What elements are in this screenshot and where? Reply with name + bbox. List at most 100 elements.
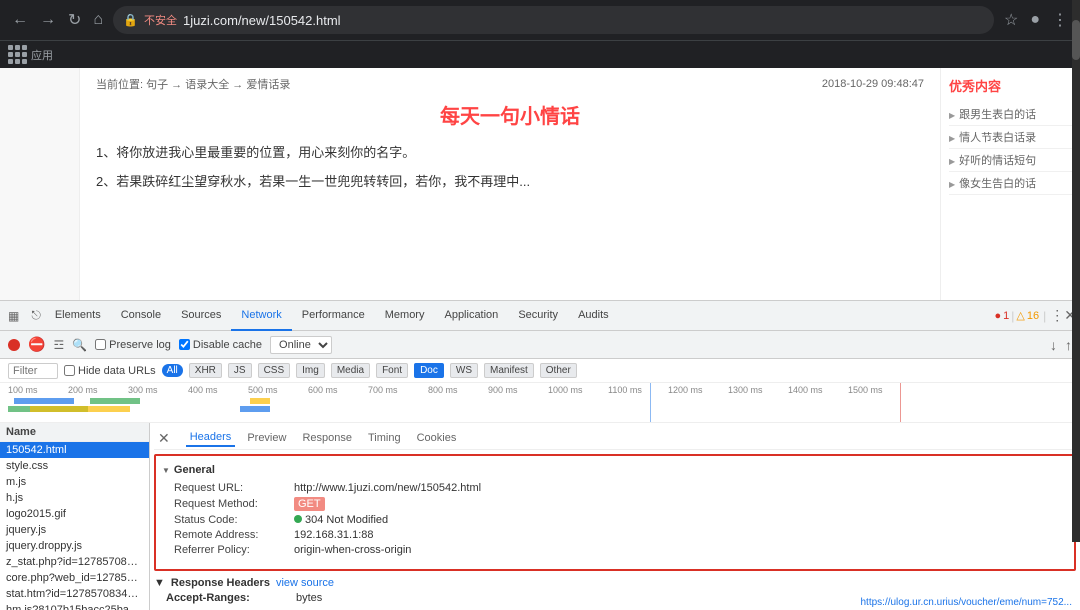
tab-sources[interactable]: Sources <box>171 301 231 331</box>
filter-ws[interactable]: WS <box>450 363 478 378</box>
close-detail-button[interactable]: ✕ <box>158 430 170 447</box>
tab-console[interactable]: Console <box>111 301 171 331</box>
sidebar-item-0[interactable]: 跟男生表白的话 <box>949 103 1072 126</box>
tab-memory[interactable]: Memory <box>375 301 435 331</box>
list-item[interactable]: h.js <box>0 490 149 506</box>
security-icon: 🔒 <box>123 13 138 27</box>
hide-data-urls-label[interactable]: Hide data URLs <box>64 365 156 377</box>
general-section-header[interactable]: General <box>162 462 1068 478</box>
req-tab-response[interactable]: Response <box>298 430 356 446</box>
search-button[interactable]: 🔍 <box>72 338 87 352</box>
preserve-log-checkbox[interactable] <box>95 339 106 350</box>
view-source-link[interactable]: view source <box>276 577 334 589</box>
tab-audits[interactable]: Audits <box>568 301 619 331</box>
devtools-settings-button[interactable]: ⋮ <box>1050 307 1064 324</box>
tl-mark-600: 600 ms <box>308 385 338 395</box>
tl-mark-1000: 1000 ms <box>548 385 583 395</box>
list-item[interactable]: jquery.js <box>0 522 149 538</box>
page-body: 1、将你放进我心里最重要的位置，用心来刻你的名字。 2、若果跌碎红尘望穿秋水，若… <box>96 141 924 194</box>
tab-application[interactable]: Application <box>434 301 508 331</box>
file-list: Name 150542.html style.css m.js h.js log… <box>0 423 150 610</box>
apps-button[interactable]: 应用 <box>8 45 53 64</box>
status-code-label: Status Code: <box>174 514 294 526</box>
list-item[interactable]: hm.js?8107b15bacc25ba8b7f... <box>0 602 149 610</box>
filter-img[interactable]: Img <box>296 363 325 378</box>
tab-elements[interactable]: Elements <box>45 301 111 331</box>
forward-button[interactable]: → <box>36 7 60 33</box>
list-item[interactable]: stat.htm?id=1278570834&r=h... <box>0 586 149 602</box>
list-item[interactable]: m.js <box>0 474 149 490</box>
request-url-row: Request URL: http://www.1juzi.com/new/15… <box>174 482 1056 494</box>
request-method-label: Request Method: <box>174 498 294 510</box>
filter-other[interactable]: Other <box>540 363 577 378</box>
sidebar-item-1[interactable]: 情人节表白话录 <box>949 126 1072 149</box>
status-code-value: 304 Not Modified <box>305 514 388 526</box>
disable-cache-checkbox[interactable] <box>179 339 190 350</box>
req-tab-timing[interactable]: Timing <box>364 430 405 446</box>
filter-xhr[interactable]: XHR <box>189 363 222 378</box>
sidebar-title: 优秀内容 <box>949 76 1072 95</box>
timeline-vline-red <box>900 383 901 422</box>
list-item[interactable]: style.css <box>0 458 149 474</box>
devtools-tabs-bar: ▦ ⎋ Elements Console Sources Network Per… <box>0 301 1080 331</box>
filter-css[interactable]: CSS <box>258 363 291 378</box>
clear-button[interactable]: ⛔ <box>28 336 45 353</box>
page-line-1: 1、将你放进我心里最重要的位置，用心来刻你的名字。 <box>96 141 924 164</box>
remote-address-label: Remote Address: <box>174 529 294 541</box>
profile-button[interactable]: ● <box>1026 7 1044 33</box>
page-timestamp: 2018-10-29 09:48:47 <box>822 78 924 90</box>
tl-mark-1200: 1200 ms <box>668 385 703 395</box>
timeline-bar-yellow-2 <box>250 398 270 404</box>
back-button[interactable]: ← <box>8 7 32 33</box>
list-item[interactable]: core.php?web_id=127857083... <box>0 570 149 586</box>
import-button[interactable]: ↓ <box>1050 337 1057 353</box>
tl-mark-400: 400 ms <box>188 385 218 395</box>
req-tab-cookies[interactable]: Cookies <box>413 430 461 446</box>
referrer-policy-label: Referrer Policy: <box>174 544 294 556</box>
req-tab-preview[interactable]: Preview <box>243 430 290 446</box>
filter-js[interactable]: JS <box>228 363 252 378</box>
filter-button[interactable]: ☲ <box>53 338 64 352</box>
bottom-status: https://ulog.ur.cn.urius/voucher/eme/num… <box>852 595 1080 610</box>
tl-mark-900: 900 ms <box>488 385 518 395</box>
sidebar-item-3[interactable]: 像女生告白的话 <box>949 172 1072 195</box>
record-button[interactable] <box>8 339 20 351</box>
browser-actions: ☆ ● ⋮ <box>1000 6 1072 34</box>
preserve-log-label[interactable]: Preserve log <box>95 339 171 351</box>
inspect-element-button[interactable]: ▦ <box>4 307 23 325</box>
filter-doc[interactable]: Doc <box>414 363 444 378</box>
general-section-body: Request URL: http://www.1juzi.com/new/15… <box>162 478 1068 563</box>
all-filter-badge[interactable]: All <box>162 364 183 377</box>
scrollbar[interactable] <box>1072 0 1080 542</box>
tab-network[interactable]: Network <box>231 301 291 331</box>
home-button[interactable]: ⌂ <box>89 7 107 33</box>
list-item[interactable]: logo2015.gif <box>0 506 149 522</box>
filter-bar: Hide data URLs All XHR JS CSS Img Media … <box>0 359 1080 383</box>
throttling-select[interactable]: Online <box>270 336 332 354</box>
address-bar[interactable]: 🔒 不安全 1juzi.com/new/150542.html <box>113 6 994 34</box>
tl-mark-200: 200 ms <box>68 385 98 395</box>
disable-cache-label[interactable]: Disable cache <box>179 339 262 351</box>
bookmarks-bar: 应用 <box>0 40 1080 68</box>
menu-button[interactable]: ⋮ <box>1048 6 1072 34</box>
hide-data-urls-checkbox[interactable] <box>64 365 75 376</box>
request-url-value: http://www.1juzi.com/new/150542.html <box>294 482 481 494</box>
refresh-button[interactable]: ↻ <box>64 6 85 34</box>
list-item[interactable]: 150542.html <box>0 442 149 458</box>
request-method-row: Request Method: GET <box>174 497 1056 511</box>
list-item[interactable]: jquery.droppy.js <box>0 538 149 554</box>
bookmark-button[interactable]: ☆ <box>1000 6 1022 34</box>
filter-media[interactable]: Media <box>331 363 370 378</box>
error-count: ● 1 <box>995 310 1010 322</box>
tab-security[interactable]: Security <box>508 301 568 331</box>
filter-font[interactable]: Font <box>376 363 408 378</box>
req-tab-headers[interactable]: Headers <box>186 429 236 447</box>
filter-input[interactable] <box>8 363 58 379</box>
timeline: 100 ms 200 ms 300 ms 400 ms 500 ms 600 m… <box>0 383 1080 423</box>
export-button[interactable]: ↑ <box>1065 337 1072 353</box>
list-item[interactable]: z_stat.php?id=127857083&... <box>0 554 149 570</box>
sidebar-item-2[interactable]: 好听的情话短句 <box>949 149 1072 172</box>
device-toolbar-button[interactable]: ⎋ <box>27 306 45 325</box>
filter-manifest[interactable]: Manifest <box>484 363 534 378</box>
tab-performance[interactable]: Performance <box>292 301 375 331</box>
